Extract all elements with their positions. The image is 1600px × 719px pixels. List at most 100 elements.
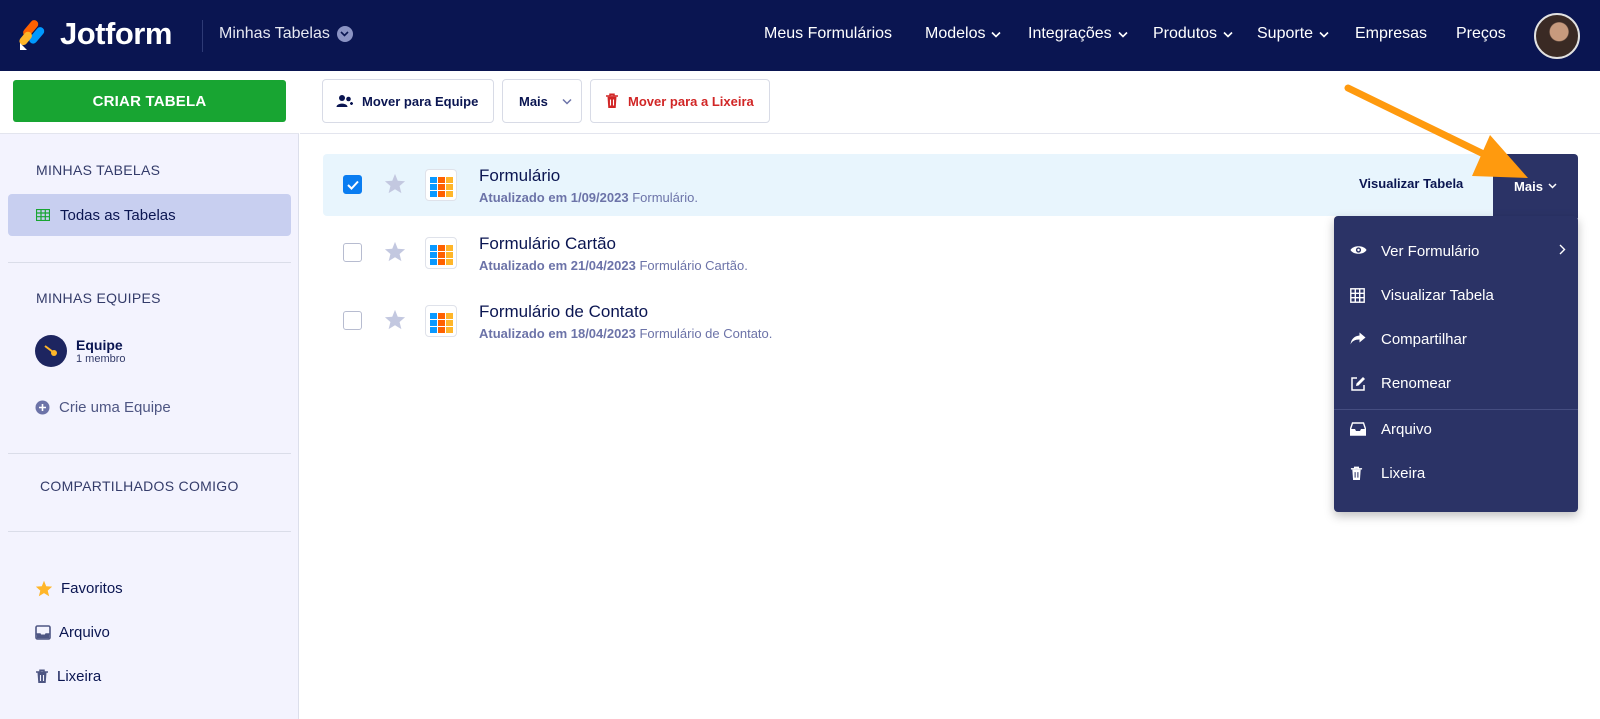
row-checkbox[interactable] [343, 243, 362, 262]
chevron-down-icon [336, 26, 353, 42]
sidebar-item-label: Todas as Tabelas [60, 206, 176, 224]
my-teams-heading: MINHAS EQUIPES [36, 290, 161, 306]
nav-precos[interactable]: Preços [1456, 25, 1506, 43]
menu-item-rename[interactable]: Renomear [1334, 364, 1578, 404]
star-icon[interactable] [384, 309, 406, 330]
star-icon [35, 580, 53, 597]
table-grid-icon [425, 169, 457, 201]
create-team-label: Crie uma Equipe [59, 399, 171, 416]
row-title[interactable]: Formulário Cartão [479, 234, 616, 254]
row-subtitle: Atualizado em 1/09/2023 Formulário. [479, 190, 698, 205]
nav-suporte[interactable]: Suporte [1257, 25, 1329, 43]
my-tables-heading: MINHAS TABELAS [36, 162, 161, 178]
jotform-logo-icon [19, 20, 45, 50]
move-to-team-button[interactable]: Mover para Equipe [322, 79, 494, 123]
nav-label: Preços [1456, 25, 1506, 42]
check-icon [346, 180, 359, 190]
menu-item-view-table[interactable]: Visualizar Tabela [1334, 276, 1578, 316]
table-grid-icon [425, 305, 457, 337]
team-item[interactable]: Equipe 1 membro [35, 335, 126, 367]
sidebar-item-archive[interactable]: Arquivo [35, 624, 110, 641]
chevron-down-icon [1223, 31, 1233, 38]
table-icon [1350, 288, 1365, 303]
nav-label: Suporte [1257, 25, 1314, 42]
archive-icon [35, 625, 51, 640]
more-actions-dropdown[interactable]: Mais [502, 79, 582, 123]
sidebar-item-favorites[interactable]: Favoritos [35, 580, 123, 597]
row-checkbox[interactable] [343, 311, 362, 330]
menu-item-label: Renomear [1381, 375, 1452, 392]
row-subtitle: Atualizado em 18/04/2023 Formulário de C… [479, 326, 772, 341]
sidebar-item-all-tables[interactable]: Todas as Tabelas [8, 194, 291, 236]
sidebar-item-trash[interactable]: Lixeira [35, 668, 101, 685]
create-area: CRIAR TABELA [0, 71, 299, 134]
nav-label: Integrações [1028, 25, 1112, 42]
table-grid-icon [425, 237, 457, 269]
row-title[interactable]: Formulário [479, 166, 560, 186]
nav-empresas[interactable]: Empresas [1355, 25, 1427, 43]
menu-item-label: Compartilhar [1381, 331, 1467, 348]
row-checkbox[interactable] [343, 175, 362, 194]
star-icon[interactable] [384, 173, 406, 194]
nav-label: Meus Formulários [764, 25, 893, 42]
workspace-label: Minhas Tabelas [219, 25, 330, 42]
menu-item-label: Ver Formulário [1381, 243, 1480, 260]
menu-item-label: Arquivo [1381, 421, 1432, 438]
row-source-form: Formulário Cartão. [639, 258, 748, 273]
star-icon[interactable] [384, 241, 406, 262]
sidebar-item-label: Lixeira [57, 668, 102, 685]
trash-icon [36, 669, 48, 683]
move-to-team-label: Mover para Equipe [362, 93, 479, 109]
move-to-trash-button[interactable]: Mover para a Lixeira [590, 79, 770, 123]
menu-item-archive[interactable]: Arquivo [1334, 410, 1578, 450]
header-divider [202, 20, 203, 52]
menu-item-label: Visualizar Tabela [1381, 287, 1494, 304]
sidebar-divider [8, 453, 291, 454]
share-icon [1350, 332, 1366, 345]
chevron-right-icon [1559, 244, 1566, 255]
create-team-link[interactable]: Crie uma Equipe [35, 399, 171, 416]
brand-name: Jotform [60, 16, 172, 51]
team-avatar [35, 335, 67, 367]
row-source-form: Formulário de Contato. [639, 326, 773, 341]
chevron-down-icon [991, 31, 1002, 38]
sidebar-divider [8, 262, 291, 263]
table-icon [36, 209, 50, 221]
menu-item-trash[interactable]: Lixeira [1334, 454, 1578, 494]
annotation-arrow-icon [1344, 84, 1528, 178]
nav-label: Empresas [1355, 25, 1428, 42]
move-to-trash-label: Mover para a Lixeira [628, 93, 754, 109]
menu-item-share[interactable]: Compartilhar [1334, 320, 1578, 360]
nav-produtos[interactable]: Produtos [1153, 25, 1233, 43]
create-table-button[interactable]: CRIAR TABELA [13, 80, 286, 122]
archive-icon [1350, 422, 1366, 436]
sidebar-item-label: Arquivo [59, 624, 110, 641]
row-title[interactable]: Formulário de Contato [479, 302, 648, 322]
nav-label: Modelos [925, 25, 986, 42]
workspace-switcher[interactable]: Minhas Tabelas [219, 25, 353, 43]
nav-meus-formularios[interactable]: Meus Formulários [764, 25, 892, 43]
nav-modelos[interactable]: Modelos [925, 25, 1002, 43]
edit-icon [1351, 377, 1365, 391]
jotform-logo[interactable]: Jotform [18, 16, 172, 52]
nav-label: Produtos [1153, 25, 1218, 42]
top-navigation-bar: Jotform Minhas Tabelas Meus Formulários … [0, 0, 1600, 71]
shared-with-me-heading[interactable]: COMPARTILHADOS COMIGO [40, 478, 239, 494]
row-updated-date: Atualizado em 1/09/2023 [479, 190, 629, 205]
sidebar-divider [8, 531, 291, 532]
menu-item-label: Lixeira [1381, 465, 1426, 482]
menu-item-view-form[interactable]: Ver Formulário [1334, 232, 1578, 272]
row-updated-date: Atualizado em 21/04/2023 [479, 258, 636, 273]
chevron-down-icon [562, 98, 572, 105]
trash-icon [606, 93, 618, 108]
row-more-menu: Ver Formulário Visualizar Tabela Compart… [1334, 216, 1578, 512]
row-subtitle: Atualizado em 21/04/2023 Formulário Cart… [479, 258, 748, 273]
team-name: Equipe [76, 337, 123, 353]
chevron-down-icon [1319, 31, 1329, 38]
nav-integracoes[interactable]: Integrações [1028, 25, 1128, 43]
row-source-form: Formulário. [632, 190, 698, 205]
sidebar: CRIAR TABELA MINHAS TABELAS Todas as Tab… [0, 71, 299, 719]
user-avatar[interactable] [1534, 13, 1580, 59]
sidebar-item-label: Favoritos [61, 580, 123, 597]
more-label: Mais [519, 93, 548, 109]
